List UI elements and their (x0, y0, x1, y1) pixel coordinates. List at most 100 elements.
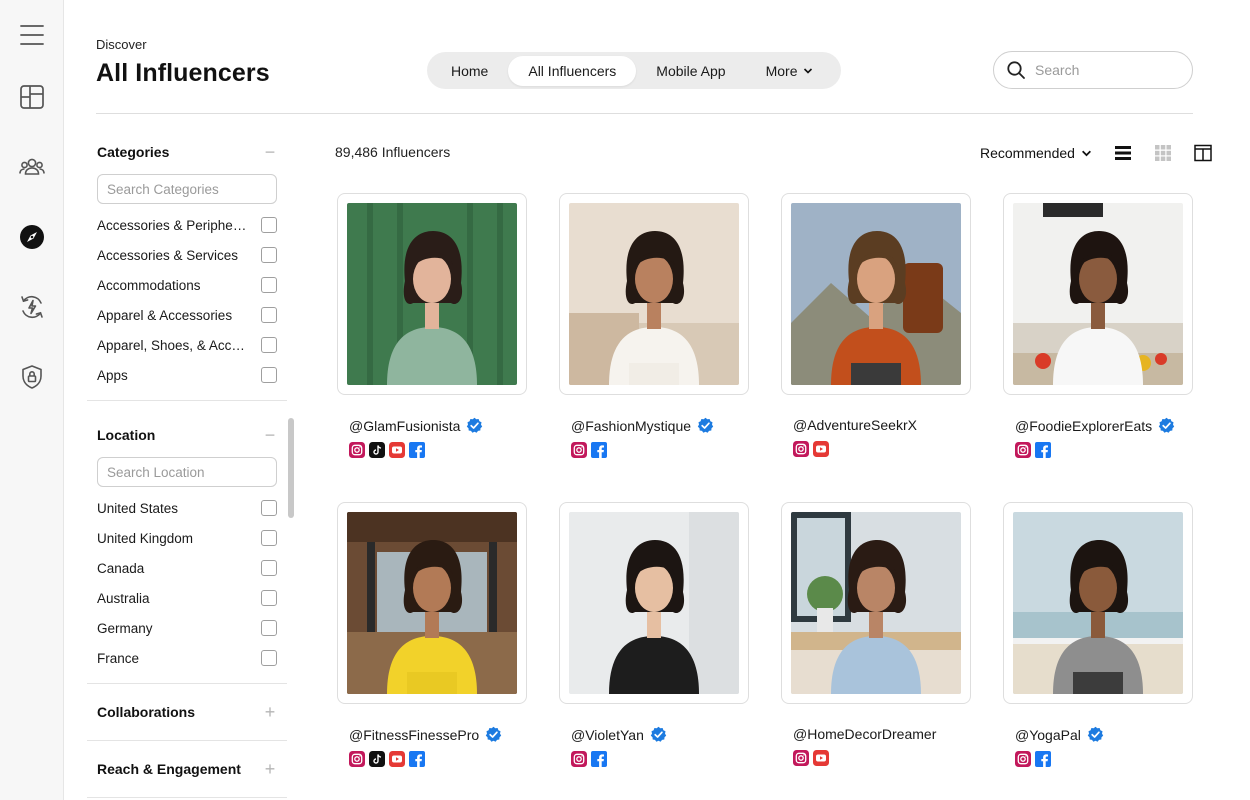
checkbox[interactable] (261, 500, 277, 516)
checkbox[interactable] (261, 217, 277, 233)
influencer-photo-frame[interactable] (1003, 193, 1193, 395)
search-box[interactable] (993, 51, 1193, 89)
collapse-icon[interactable]: − (263, 143, 277, 161)
influencer-handle[interactable]: @GlamFusionista (349, 418, 460, 434)
checkbox[interactable] (261, 367, 277, 383)
youtube-icon[interactable] (389, 751, 405, 767)
sort-dropdown[interactable]: Recommended (980, 145, 1092, 161)
expand-icon[interactable]: + (263, 703, 277, 721)
influencer-photo-frame[interactable] (337, 502, 527, 704)
influencer-card[interactable]: @HomeDecorDreamer (781, 502, 971, 766)
breadcrumb[interactable]: Discover (96, 37, 147, 52)
filter-header-collaborations[interactable]: Collaborations + (87, 690, 287, 734)
tab-home[interactable]: Home (431, 56, 508, 86)
instagram-icon[interactable] (349, 442, 365, 458)
category-option[interactable]: Accommodations (87, 270, 287, 300)
influencer-handle[interactable]: @FoodieExplorerEats (1015, 418, 1152, 434)
checkbox[interactable] (261, 560, 277, 576)
tab-mobile-app[interactable]: Mobile App (636, 56, 745, 86)
filter-collaborations: Collaborations + (87, 684, 287, 740)
split-view-icon[interactable] (1194, 144, 1212, 162)
category-option[interactable]: Accessories & Services (87, 240, 287, 270)
grid-view-icon[interactable] (1154, 144, 1172, 162)
checkbox[interactable] (261, 277, 277, 293)
list-view-icon[interactable] (1114, 144, 1132, 162)
influencer-card[interactable]: @FashionMystique (559, 193, 749, 458)
influencer-handle[interactable]: @VioletYan (571, 727, 644, 743)
refresh-bolt-icon[interactable] (14, 289, 50, 325)
instagram-icon[interactable] (571, 442, 587, 458)
location-option[interactable]: Germany (87, 613, 287, 643)
menu-icon[interactable] (14, 17, 50, 53)
collapse-icon[interactable]: − (263, 426, 277, 444)
influencer-card[interactable]: @AdventureSeekrX (781, 193, 971, 457)
option-label: Australia (97, 590, 150, 606)
category-option[interactable]: Apps (87, 360, 287, 390)
shield-lock-icon[interactable] (14, 359, 50, 395)
instagram-icon[interactable] (1015, 442, 1031, 458)
expand-icon[interactable]: + (263, 760, 277, 778)
influencer-photo-frame[interactable] (559, 193, 749, 395)
influencer-photo-frame[interactable] (337, 193, 527, 395)
influencer-photo-frame[interactable] (781, 193, 971, 395)
influencer-handle[interactable]: @YogaPal (1015, 727, 1081, 743)
category-option[interactable]: Apparel & Accessories (87, 300, 287, 330)
location-search-input[interactable] (97, 457, 277, 487)
influencer-photo-frame[interactable] (559, 502, 749, 704)
compass-icon[interactable] (14, 219, 50, 255)
instagram-icon[interactable] (793, 750, 809, 766)
instagram-icon[interactable] (793, 441, 809, 457)
location-option[interactable]: United Kingdom (87, 523, 287, 553)
instagram-icon[interactable] (349, 751, 365, 767)
sidebar-scrollbar[interactable] (288, 418, 294, 518)
influencer-photo (1013, 512, 1183, 694)
category-option[interactable]: Apparel, Shoes, & Acce... (87, 330, 287, 360)
checkbox[interactable] (261, 650, 277, 666)
filter-header-location[interactable]: Location − (87, 413, 287, 457)
users-icon[interactable] (14, 149, 50, 185)
facebook-icon[interactable] (1035, 751, 1051, 767)
location-option[interactable]: France (87, 643, 287, 673)
location-option[interactable]: United States (87, 493, 287, 523)
category-option[interactable]: Accessories & Peripher... (87, 210, 287, 240)
tab-more[interactable]: More (746, 56, 834, 86)
influencer-card[interactable]: @FoodieExplorerEats (1003, 193, 1193, 458)
influencer-photo-frame[interactable] (1003, 502, 1193, 704)
tab-all-influencers[interactable]: All Influencers (508, 55, 637, 86)
category-search-input[interactable] (97, 174, 277, 204)
facebook-icon[interactable] (591, 442, 607, 458)
checkbox[interactable] (261, 307, 277, 323)
influencer-handle[interactable]: @FashionMystique (571, 418, 691, 434)
youtube-icon[interactable] (389, 442, 405, 458)
influencer-photo-frame[interactable] (781, 502, 971, 704)
filter-header-categories[interactable]: Categories − (87, 130, 287, 174)
search-input[interactable] (1035, 62, 1175, 78)
filter-header-reach[interactable]: Reach & Engagement + (87, 747, 287, 791)
youtube-icon[interactable] (813, 441, 829, 457)
facebook-icon[interactable] (1035, 442, 1051, 458)
influencer-handle[interactable]: @AdventureSeekrX (793, 417, 917, 433)
location-option[interactable]: Canada (87, 553, 287, 583)
instagram-icon[interactable] (571, 751, 587, 767)
tiktok-icon[interactable] (369, 751, 385, 767)
influencer-handle[interactable]: @HomeDecorDreamer (793, 726, 936, 742)
instagram-icon[interactable] (1015, 751, 1031, 767)
facebook-icon[interactable] (591, 751, 607, 767)
tiktok-icon[interactable] (369, 442, 385, 458)
checkbox[interactable] (261, 530, 277, 546)
location-option[interactable]: Australia (87, 583, 287, 613)
influencer-card[interactable]: @VioletYan (559, 502, 749, 767)
checkbox[interactable] (261, 247, 277, 263)
influencer-card[interactable]: @YogaPal (1003, 502, 1193, 767)
checkbox[interactable] (261, 337, 277, 353)
influencer-photo (1013, 203, 1183, 385)
facebook-icon[interactable] (409, 442, 425, 458)
checkbox[interactable] (261, 620, 277, 636)
youtube-icon[interactable] (813, 750, 829, 766)
dashboard-icon[interactable] (14, 79, 50, 115)
checkbox[interactable] (261, 590, 277, 606)
influencer-card[interactable]: @GlamFusionista (337, 193, 527, 458)
facebook-icon[interactable] (409, 751, 425, 767)
influencer-handle[interactable]: @FitnessFinessePro (349, 727, 479, 743)
influencer-card[interactable]: @FitnessFinessePro (337, 502, 527, 767)
